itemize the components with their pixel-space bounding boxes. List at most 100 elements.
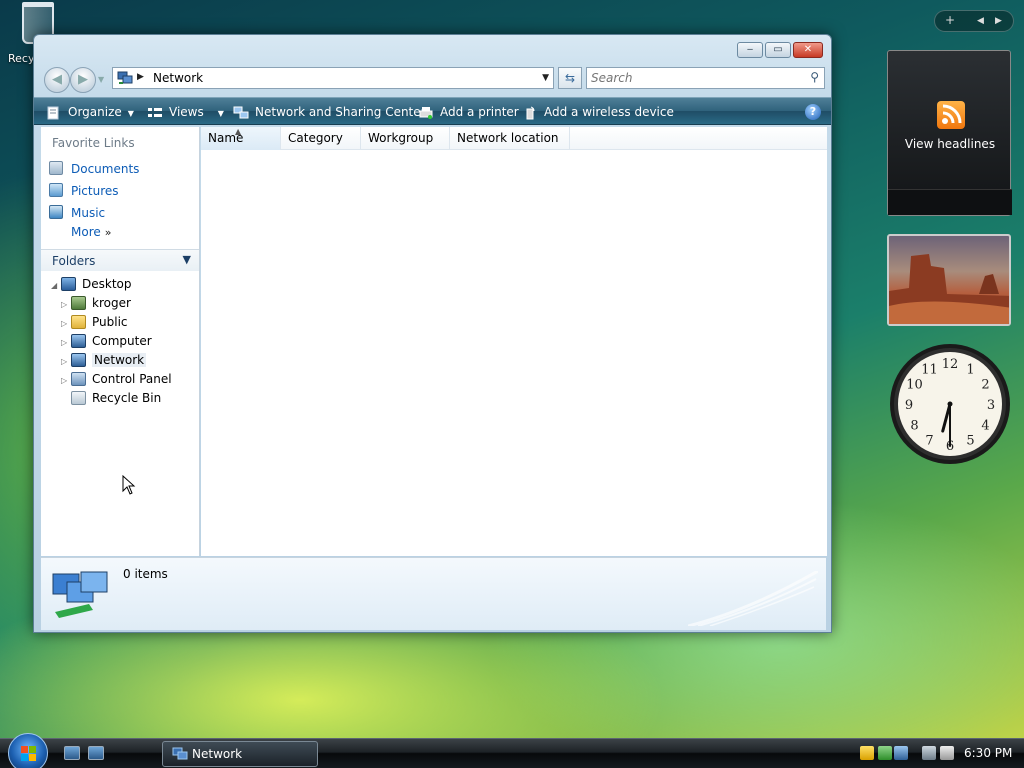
clock-number: 9 [905,398,913,413]
file-list[interactable]: ▲ Name Category Workgroup Network locatio… [201,127,827,556]
minimize-button[interactable]: ‒ [737,42,763,58]
add-gadget-button[interactable]: + [945,13,955,27]
pictures-icon [49,183,63,197]
feed-footer [888,189,1012,215]
tree-item-network[interactable]: ▷ Network [61,351,147,371]
network-icon [71,353,86,367]
search-icon[interactable]: ⚲ [810,70,819,84]
network-sharing-center-button[interactable]: Network and Sharing Center [233,98,426,126]
help-button[interactable]: ? [805,104,821,120]
breadcrumb-chevron-icon[interactable]: ▶ [137,72,144,82]
mouse-cursor-icon [122,475,136,495]
slideshow-image [889,254,1009,324]
command-bar: Organize ▼ Views ▼ Network and Sharing Cen… [34,97,831,125]
folders-header[interactable]: Folders ▼ [41,249,199,271]
back-button[interactable]: ◀ [44,67,70,93]
search-input[interactable] [587,68,787,88]
refresh-button[interactable]: ⇆ [558,67,582,89]
network-status-icon[interactable] [894,746,908,760]
clock-number: 2 [981,378,989,393]
tree-item-recycle-bin[interactable]: Recycle Bin [71,389,161,407]
documents-icon [49,161,63,175]
explorer-window: ‒ ▭ ✕ ◀ ▶ ▼ ▶ Network ▼ ⇆ ⚲ Organize▼ Vi… [33,34,832,633]
start-button[interactable] [8,733,48,768]
clock-number: 5 [966,434,974,449]
favorite-link-documents[interactable]: Documents [49,159,139,179]
maximize-button[interactable]: ▭ [765,42,791,58]
collapse-icon[interactable]: ◢ [51,277,61,295]
window-controls: ‒ ▭ ✕ [737,42,823,58]
double-chevron-icon: » [104,226,112,239]
column-header-name[interactable]: ▲ Name [201,127,281,150]
decorative-swoosh [688,571,818,626]
expand-icon[interactable]: ▷ [61,372,71,390]
more-link[interactable]: More» [71,225,111,239]
wireless-device-icon [526,106,535,119]
expand-icon[interactable]: ▷ [61,353,71,371]
security-shield-icon[interactable] [860,746,874,760]
column-header-network-location[interactable]: Network location [450,127,570,150]
expand-icon[interactable]: ▷ [61,334,71,352]
computer-icon [71,334,86,348]
recycle-bin-icon [71,391,86,405]
volume-muted-icon[interactable] [940,746,954,760]
address-row: ◀ ▶ ▼ ▶ Network ▼ ⇆ ⚲ [42,65,825,93]
favorite-links-title: Favorite Links [52,136,135,150]
add-printer-button[interactable]: Add a printer [418,98,519,126]
network-large-icon [52,571,108,618]
music-icon [49,205,63,219]
breadcrumb[interactable]: Network [153,71,203,85]
details-pane: 0 items [41,557,826,630]
column-header-category[interactable]: Category [281,127,361,150]
update-icon[interactable] [878,746,892,760]
clock-gadget[interactable]: 121234567891011 [888,342,1012,466]
favorite-link-music[interactable]: Music [49,203,105,223]
expand-icon[interactable]: ▷ [61,296,71,314]
favorite-link-pictures[interactable]: Pictures [49,181,119,201]
switch-windows-icon[interactable] [88,746,104,760]
network-icon [172,747,188,760]
views-button[interactable]: Views ▼ [147,98,224,126]
network-tray-icon[interactable] [922,746,936,760]
previous-gadget-icon[interactable]: ◀ [977,16,984,26]
search-box: ⚲ [586,67,825,89]
clock-number: 8 [910,419,918,434]
tree-item-desktop[interactable]: ◢ Desktop [51,275,132,293]
views-icon [148,107,162,117]
add-wireless-device-button[interactable]: Add a wireless device [522,98,674,126]
tree-item-public[interactable]: ▷ Public [61,313,128,331]
chevron-down-icon: ▼ [182,253,191,266]
tree-item-control-panel[interactable]: ▷ Control Panel [61,370,172,388]
folder-icon [71,315,86,329]
control-panel-icon [71,372,86,386]
clock-number: 3 [987,398,995,413]
clock-time[interactable]: 6:30 PM [964,746,1012,760]
recent-pages-dropdown-icon[interactable]: ▼ [98,75,104,84]
feed-headlines-gadget[interactable]: View headlines [887,50,1012,216]
clock-number: 10 [906,378,923,393]
clock-number: 12 [942,357,959,372]
network-icon [117,71,133,84]
address-bar[interactable]: ▶ Network ▼ [112,67,554,89]
organize-icon [47,106,59,119]
next-gadget-icon[interactable]: ▶ [995,16,1002,26]
slideshow-gadget[interactable] [887,234,1011,326]
view-headlines-label[interactable]: View headlines [888,137,1012,151]
folders-title: Folders [52,254,96,268]
taskbar: Network 6:30 PM [0,733,1024,768]
forward-button[interactable]: ▶ [70,67,96,93]
tree-item-computer[interactable]: ▷ Computer [61,332,152,350]
column-header-workgroup[interactable]: Workgroup [361,127,450,150]
taskbar-button-network[interactable]: Network [162,741,318,767]
address-dropdown-icon[interactable]: ▼ [542,73,549,83]
expand-icon[interactable]: ▷ [61,315,71,333]
navigation-pane: Favorite Links Documents Pictures Music … [41,127,200,556]
column-header: ▲ Name Category Workgroup Network locatio… [201,127,827,150]
rss-icon [937,101,965,129]
close-button[interactable]: ✕ [793,42,823,58]
clock-number: 4 [981,419,989,434]
organize-button[interactable]: Organize ▼ [46,98,134,126]
tree-item-kroger[interactable]: ▷ kroger [61,294,131,312]
show-desktop-icon[interactable] [64,746,80,760]
windows-logo-icon [21,746,36,761]
